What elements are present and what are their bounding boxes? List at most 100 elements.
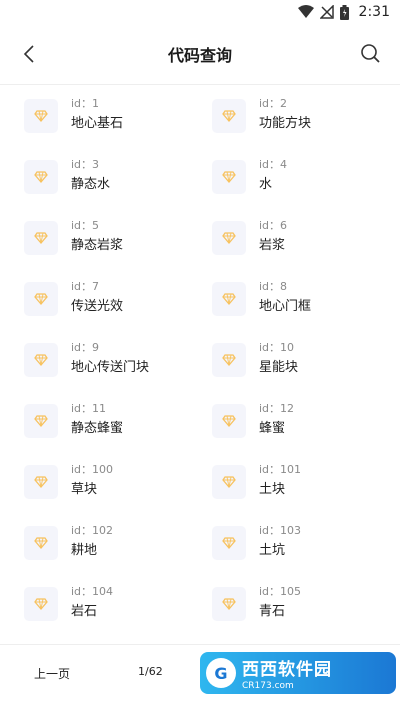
block-id: id：101 bbox=[259, 463, 302, 476]
block-item[interactable]: id：11 静态蜂蜜 bbox=[24, 398, 212, 459]
diamond-icon bbox=[34, 232, 48, 244]
block-code-grid: id：1 地心基石 id：2 功能方块 id：3 静态水 id：4 水 id：5 静态岩浆 id：6… bbox=[0, 85, 400, 643]
block-item[interactable]: id：2 功能方块 bbox=[212, 93, 400, 154]
search-icon[interactable] bbox=[360, 43, 380, 65]
block-id: id：10 bbox=[259, 341, 295, 354]
block-tile bbox=[212, 221, 246, 255]
block-id: id：2 bbox=[259, 97, 288, 110]
watermark-title: 西西软件园 bbox=[242, 660, 332, 680]
block-id: id：4 bbox=[259, 158, 288, 171]
block-name: 土块 bbox=[259, 482, 286, 497]
block-id: id：5 bbox=[71, 219, 100, 232]
diamond-icon bbox=[222, 537, 236, 549]
block-name: 传送光效 bbox=[71, 299, 124, 314]
block-id: id：6 bbox=[259, 219, 288, 232]
diamond-icon bbox=[34, 415, 48, 427]
block-item[interactable]: id：6 岩浆 bbox=[212, 215, 400, 276]
block-name: 蜂蜜 bbox=[259, 421, 286, 436]
block-item[interactable]: id：7 传送光效 bbox=[24, 276, 212, 337]
block-tile bbox=[24, 99, 58, 133]
diamond-icon bbox=[222, 232, 236, 244]
diamond-icon bbox=[222, 476, 236, 488]
block-name: 静态水 bbox=[71, 177, 111, 192]
diamond-icon bbox=[222, 598, 236, 610]
block-item[interactable]: id：104 岩石 bbox=[24, 581, 212, 642]
page-indicator: 1/62 bbox=[138, 665, 163, 678]
block-item[interactable]: id：1 地心基石 bbox=[24, 93, 212, 154]
block-id: id：105 bbox=[259, 585, 302, 598]
block-tile bbox=[24, 404, 58, 438]
block-name: 静态蜂蜜 bbox=[71, 421, 124, 436]
diamond-icon bbox=[34, 354, 48, 366]
status-bar: 2:31 bbox=[0, 0, 400, 24]
block-tile bbox=[24, 587, 58, 621]
block-item[interactable]: id：8 地心门框 bbox=[212, 276, 400, 337]
block-id: id：12 bbox=[259, 402, 295, 415]
block-item[interactable]: id：101 土块 bbox=[212, 459, 400, 520]
block-item[interactable]: id：10 星能块 bbox=[212, 337, 400, 398]
block-name: 青石 bbox=[259, 604, 286, 619]
block-name: 地心基石 bbox=[71, 116, 124, 131]
block-item[interactable]: id：102 耕地 bbox=[24, 520, 212, 581]
block-item[interactable]: id：3 静态水 bbox=[24, 154, 212, 215]
diamond-icon bbox=[34, 598, 48, 610]
signal-icon bbox=[319, 5, 334, 19]
block-id: id：1 bbox=[71, 97, 100, 110]
diamond-icon bbox=[222, 293, 236, 305]
diamond-icon bbox=[34, 110, 48, 122]
watermark-logo: G 西西软件园 CR173.com bbox=[200, 652, 396, 694]
prev-page-button[interactable]: 上一页 bbox=[34, 665, 70, 682]
block-name: 功能方块 bbox=[259, 116, 312, 131]
block-tile bbox=[24, 221, 58, 255]
block-tile bbox=[212, 282, 246, 316]
page-title: 代码查询 bbox=[167, 46, 232, 65]
block-id: id：103 bbox=[259, 524, 302, 537]
block-tile bbox=[212, 99, 246, 133]
block-tile bbox=[24, 526, 58, 560]
block-tile bbox=[24, 465, 58, 499]
diamond-icon bbox=[34, 293, 48, 305]
block-tile bbox=[212, 587, 246, 621]
block-item[interactable]: id：105 青石 bbox=[212, 581, 400, 642]
block-name: 岩石 bbox=[71, 604, 98, 619]
wifi-icon bbox=[297, 5, 314, 18]
block-name: 草块 bbox=[71, 482, 98, 497]
block-item[interactable]: id：5 静态岩浆 bbox=[24, 215, 212, 276]
block-id: id：3 bbox=[71, 158, 100, 171]
block-name: 地心传送门块 bbox=[71, 360, 150, 375]
block-id: id：7 bbox=[71, 280, 100, 293]
block-id: id：11 bbox=[71, 402, 107, 415]
watermark-url: CR173.com bbox=[242, 681, 294, 691]
block-item[interactable]: id：4 水 bbox=[212, 154, 400, 215]
block-item[interactable]: id：9 地心传送门块 bbox=[24, 337, 212, 398]
block-tile bbox=[24, 160, 58, 194]
block-tile bbox=[212, 160, 246, 194]
block-item[interactable]: id：12 蜂蜜 bbox=[212, 398, 400, 459]
battery-icon bbox=[339, 4, 349, 20]
diamond-icon bbox=[34, 171, 48, 183]
chevron-left-icon[interactable] bbox=[20, 44, 40, 64]
diamond-icon bbox=[34, 537, 48, 549]
block-tile bbox=[212, 465, 246, 499]
diamond-icon bbox=[222, 354, 236, 366]
block-id: id：8 bbox=[259, 280, 288, 293]
block-id: id：9 bbox=[71, 341, 100, 354]
block-tile bbox=[24, 343, 58, 377]
diamond-icon bbox=[222, 415, 236, 427]
block-tile bbox=[24, 282, 58, 316]
block-tile bbox=[212, 526, 246, 560]
block-name: 岩浆 bbox=[259, 238, 286, 253]
diamond-icon bbox=[222, 171, 236, 183]
block-name: 地心门框 bbox=[259, 299, 312, 314]
block-item[interactable]: id：100 草块 bbox=[24, 459, 212, 520]
app-bar: 代码查询 bbox=[0, 24, 400, 85]
block-id: id：104 bbox=[71, 585, 114, 598]
block-tile bbox=[212, 343, 246, 377]
block-name: 耕地 bbox=[71, 543, 98, 558]
diamond-icon bbox=[34, 476, 48, 488]
block-id: id：102 bbox=[71, 524, 114, 537]
block-item[interactable]: id：103 土坑 bbox=[212, 520, 400, 581]
diamond-icon bbox=[222, 110, 236, 122]
status-time: 2:31 bbox=[358, 4, 390, 20]
block-name: 土坑 bbox=[259, 543, 286, 558]
